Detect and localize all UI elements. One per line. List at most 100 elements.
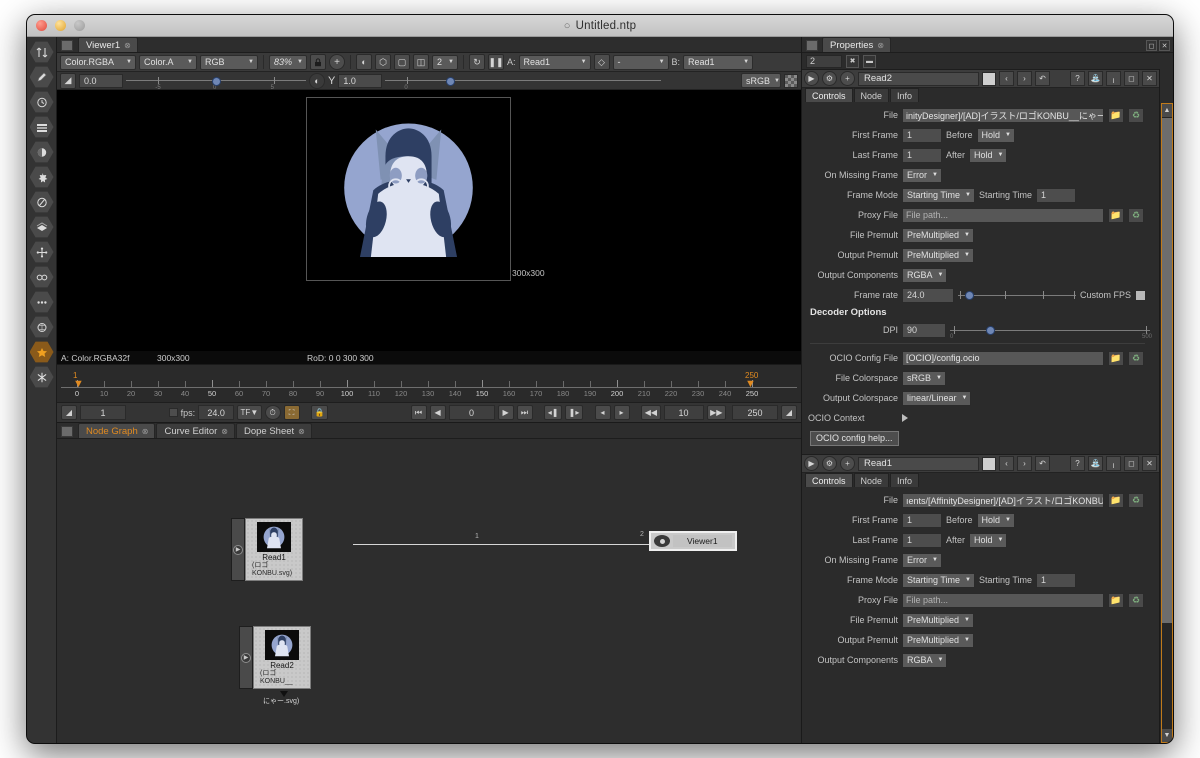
node-read1-preview-toggle[interactable]: ▶ <box>231 518 245 581</box>
custom-fps-checkbox[interactable] <box>1135 289 1147 301</box>
play-forward-icon[interactable]: ❚▸ <box>565 405 583 420</box>
read1-last-frame-input[interactable]: 1 <box>902 532 942 548</box>
close-window-button[interactable] <box>36 20 47 31</box>
read1-first-frame-input[interactable]: 1 <box>902 512 942 528</box>
read2-frame-rate-input[interactable]: 24.0 <box>902 287 954 303</box>
preview-toggle-icon[interactable]: ▶ <box>804 71 819 87</box>
read1-file-premult-select[interactable]: PreMultiplied ▼ <box>902 612 974 628</box>
timeline-out-handle[interactable]: 250 ▼ <box>745 371 758 390</box>
lock-icon[interactable] <box>310 54 326 70</box>
presets-icon[interactable]: ⛲ <box>1088 456 1103 472</box>
zoom-window-button[interactable] <box>74 20 85 31</box>
fps-lock-checkbox[interactable] <box>169 408 178 417</box>
tab-read1-node[interactable]: Node <box>853 473 890 488</box>
node-read2[interactable]: ▶ Read2 (ロゴKONBU__ <box>239 626 311 689</box>
scroll-up-icon[interactable]: ▲ <box>1162 104 1172 118</box>
close-icon[interactable]: ✕ <box>1142 71 1157 87</box>
alpha-channel-select[interactable]: Color.A ▼ <box>139 54 197 70</box>
float-icon[interactable]: ◻ <box>1124 71 1139 87</box>
layer-channels-select[interactable]: Color.RGBA ▼ <box>60 54 136 70</box>
operation-select[interactable]: - ▼ <box>612 54 669 70</box>
checkerboard-icon[interactable] <box>784 73 798 88</box>
read1-file-input[interactable]: ıents/[AffinityDesigner]/[AD]イラスト/ロゴKONB… <box>902 492 1104 508</box>
full-frame-icon[interactable]: ◫ <box>413 54 429 70</box>
tab-properties[interactable]: Properties ⊗ <box>822 37 892 52</box>
input-a-select[interactable]: Read1 ▼ <box>518 54 591 70</box>
close-icon[interactable]: ⊗ <box>877 41 884 50</box>
gmic-tools-icon[interactable] <box>29 316 54 338</box>
goto-start-icon[interactable]: ⏮ <box>410 405 427 420</box>
viewer-canvas[interactable]: 300x300 <box>57 90 801 351</box>
other-tools-icon[interactable] <box>29 291 54 313</box>
ocio-config-help-button[interactable]: OCIO config help... <box>810 430 899 446</box>
presets-icon[interactable]: ⛲ <box>1088 71 1103 87</box>
clear-all-icon[interactable]: ✖ <box>846 54 859 68</box>
reload-icon[interactable]: ♻ <box>1128 350 1144 366</box>
input-b-select[interactable]: Read1 ▼ <box>683 54 754 70</box>
tab-node-graph[interactable]: Node Graph ⊗ <box>78 423 156 438</box>
close-icon[interactable]: ⊗ <box>298 427 305 436</box>
next-keyframe-icon[interactable]: ▸ <box>613 405 630 420</box>
float-icon[interactable]: ◻ <box>1124 456 1139 472</box>
read1-output-components-select[interactable]: RGBA ▼ <box>902 652 948 668</box>
previous-keyframe-icon[interactable]: ◂ <box>594 405 611 420</box>
tab-dope-sheet[interactable]: Dope Sheet ⊗ <box>235 423 312 438</box>
read2-after-select[interactable]: Hold ▼ <box>969 147 1008 163</box>
minimize-all-icon[interactable]: ▬ <box>863 54 876 68</box>
time-tools-icon[interactable] <box>29 91 54 113</box>
add-icon[interactable]: + <box>840 456 855 472</box>
read2-output-premult-select[interactable]: PreMultiplied ▼ <box>902 247 974 263</box>
read2-frame-rate-slider[interactable] <box>958 288 1076 302</box>
tab-curve-editor[interactable]: Curve Editor ⊗ <box>156 423 235 438</box>
pane-grip-icon[interactable] <box>61 40 73 51</box>
settings-gear-icon[interactable]: ⚙ <box>822 456 837 472</box>
gamma-slider[interactable]: 0 <box>385 74 662 91</box>
lock-icon[interactable]: 🔒 <box>311 405 329 420</box>
first-frame-field[interactable]: 1 <box>80 405 126 420</box>
properties-scrollbar-thumb[interactable] <box>1162 118 1172 624</box>
keyer-tools-icon[interactable] <box>29 191 54 213</box>
read1-output-premult-select[interactable]: PreMultiplied ▼ <box>902 632 974 648</box>
revert-icon[interactable]: ↶ <box>1035 456 1050 472</box>
current-frame-field[interactable]: 0 <box>448 405 495 420</box>
turbo-mode-icon[interactable]: ◢ <box>781 405 797 420</box>
gain-slider-knob[interactable] <box>212 76 222 86</box>
previous-node-button[interactable]: ‹ <box>999 71 1014 87</box>
previous-icon[interactable]: ◀ <box>429 405 446 420</box>
read2-last-frame-input[interactable]: 1 <box>902 147 942 163</box>
region-of-interest-icon[interactable]: ⬡ <box>375 54 391 70</box>
tab-read1-info[interactable]: Info <box>890 473 920 488</box>
gamma-slider-knob[interactable] <box>446 76 456 86</box>
max-panels-field[interactable]: 2 <box>806 54 842 68</box>
draw-tools-icon[interactable] <box>29 66 54 88</box>
browse-folder-icon[interactable]: 📁 <box>1108 592 1124 608</box>
gain-auto-icon[interactable]: ◐ <box>309 72 325 89</box>
tab-read2-info[interactable]: Info <box>890 88 920 103</box>
timeline-in-handle[interactable]: 1 ▼ <box>73 371 84 390</box>
read2-dpi-slider[interactable]: 0 500 <box>950 323 1152 340</box>
views-tools-icon[interactable] <box>29 266 54 288</box>
next-node-button[interactable]: › <box>1017 71 1032 87</box>
pause-icon[interactable]: ❚❚ <box>488 54 504 70</box>
expand-arrow-icon[interactable] <box>902 414 908 423</box>
extra-tools-icon[interactable] <box>29 341 54 363</box>
help-button[interactable]: ? <box>1070 71 1085 87</box>
read1-on-missing-select[interactable]: Error ▼ <box>902 552 942 568</box>
read2-dpi-input[interactable]: 90 <box>902 322 946 338</box>
tab-viewer1[interactable]: Viewer1 ⊗ <box>78 37 138 52</box>
step-forward-icon[interactable]: ▶▶ <box>706 405 726 420</box>
merge-tools-icon[interactable] <box>29 216 54 238</box>
tab-read1-controls[interactable]: Controls <box>805 473 853 488</box>
node-graph-canvas[interactable]: 1 2 ▶ Read1 (ロゴKONBU.svg) ▶ Read2 (ロゴKON… <box>57 439 801 743</box>
step-backward-icon[interactable]: ◀◀ <box>641 405 661 420</box>
goto-end-icon[interactable]: ⏭ <box>516 405 533 420</box>
reload-icon[interactable]: ♻ <box>1128 592 1144 608</box>
node-read1[interactable]: ▶ Read1 (ロゴKONBU.svg) <box>231 518 303 581</box>
read2-file-input[interactable]: inityDesigner]/[AD]イラスト/ロゴKONBU__にゃー.svg <box>902 107 1104 123</box>
channel-tools-icon[interactable] <box>29 116 54 138</box>
browse-folder-icon[interactable]: 📁 <box>1108 107 1124 123</box>
read2-output-components-select[interactable]: RGBA ▼ <box>902 267 948 283</box>
play-backward-icon[interactable]: ◂❚ <box>544 405 563 420</box>
reload-icon[interactable]: ♻ <box>1128 207 1144 223</box>
read1-frame-mode-select[interactable]: Starting Time ▼ <box>902 572 975 588</box>
